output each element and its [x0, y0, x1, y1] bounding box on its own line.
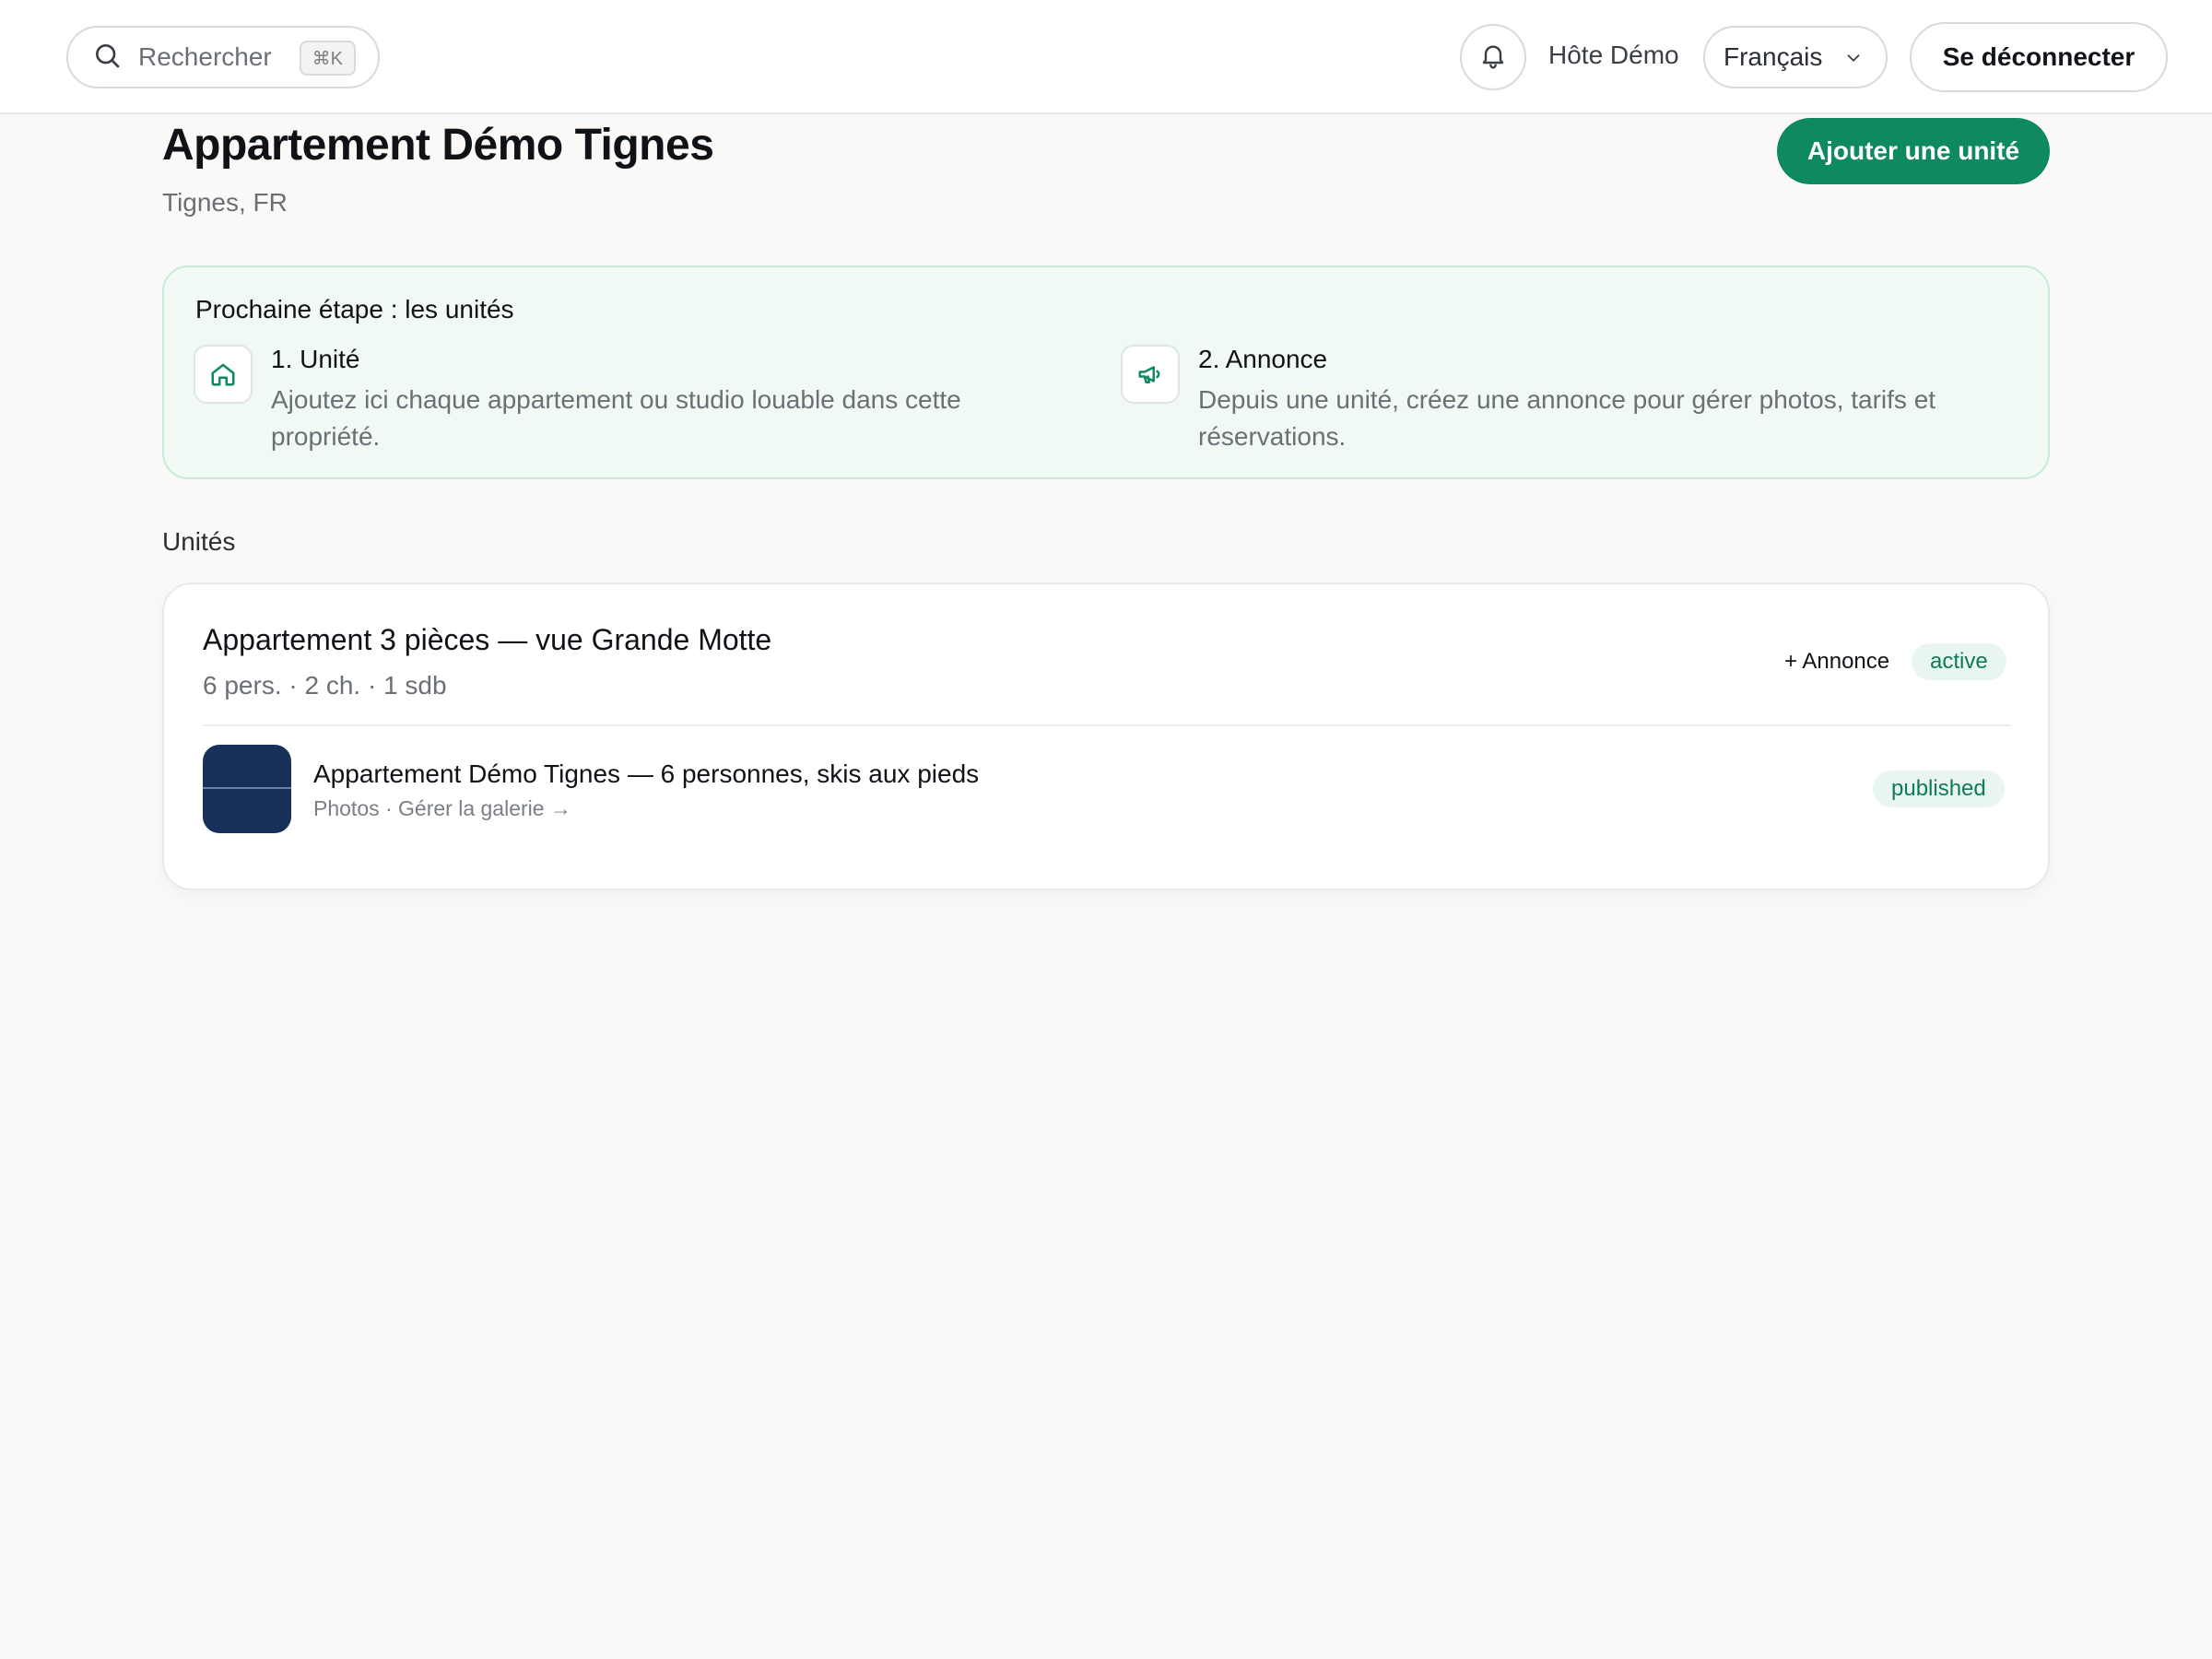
language-value: Français [1724, 42, 1823, 71]
next-step-title: Prochaine étape : les unités [195, 295, 514, 324]
search-input[interactable]: Rechercher [138, 42, 272, 72]
units-section-label: Unités [162, 527, 236, 556]
unit-card: Appartement 3 pièces — vue Grande Motte … [162, 582, 2050, 890]
bell-icon [1478, 41, 1508, 75]
status-badge: published [1873, 771, 2005, 807]
listing-title[interactable]: Appartement Démo Tignes — 6 personnes, s… [313, 759, 979, 789]
home-icon [194, 345, 253, 404]
step-description: Ajoutez ici chaque appartement ou studio… [271, 385, 961, 451]
notifications-button[interactable] [1460, 24, 1526, 90]
manage-gallery-link[interactable]: Photos · Gérer la galerie → [313, 796, 571, 821]
language-select[interactable]: Français [1703, 26, 1888, 88]
megaphone-icon [1121, 345, 1180, 404]
logout-button[interactable]: Se déconnecter [1910, 22, 2168, 92]
step-title: 2. Annonce [1198, 345, 1328, 373]
add-unit-button[interactable]: Ajouter une unité [1777, 118, 2050, 184]
user-name: Hôte Démo [1548, 41, 1679, 69]
next-step-card: Prochaine étape : les unités 1. Unité Aj… [162, 265, 2050, 479]
status-badge: active [1912, 643, 2006, 680]
search-icon [92, 41, 122, 75]
add-listing-button[interactable]: + Annonce [1784, 649, 1889, 675]
unit-title[interactable]: Appartement 3 pièces — vue Grande Motte [203, 623, 771, 657]
top-bar: Rechercher ⌘K Hôte Démo Français Se déco… [0, 0, 2212, 114]
divider [203, 724, 2011, 726]
step-description: Depuis une unité, créez une annonce pour… [1198, 385, 1936, 451]
unit-meta: 6 pers. · 2 ch. · 1 sdb [203, 671, 447, 700]
page-title: Appartement Démo Tignes [162, 121, 714, 170]
step-title: 1. Unité [271, 345, 360, 373]
listing-thumbnail[interactable] [203, 745, 291, 833]
search-shortcut-badge: ⌘K [299, 41, 356, 76]
search-box[interactable]: Rechercher ⌘K [66, 26, 380, 88]
property-location: Tignes, FR [162, 188, 288, 217]
